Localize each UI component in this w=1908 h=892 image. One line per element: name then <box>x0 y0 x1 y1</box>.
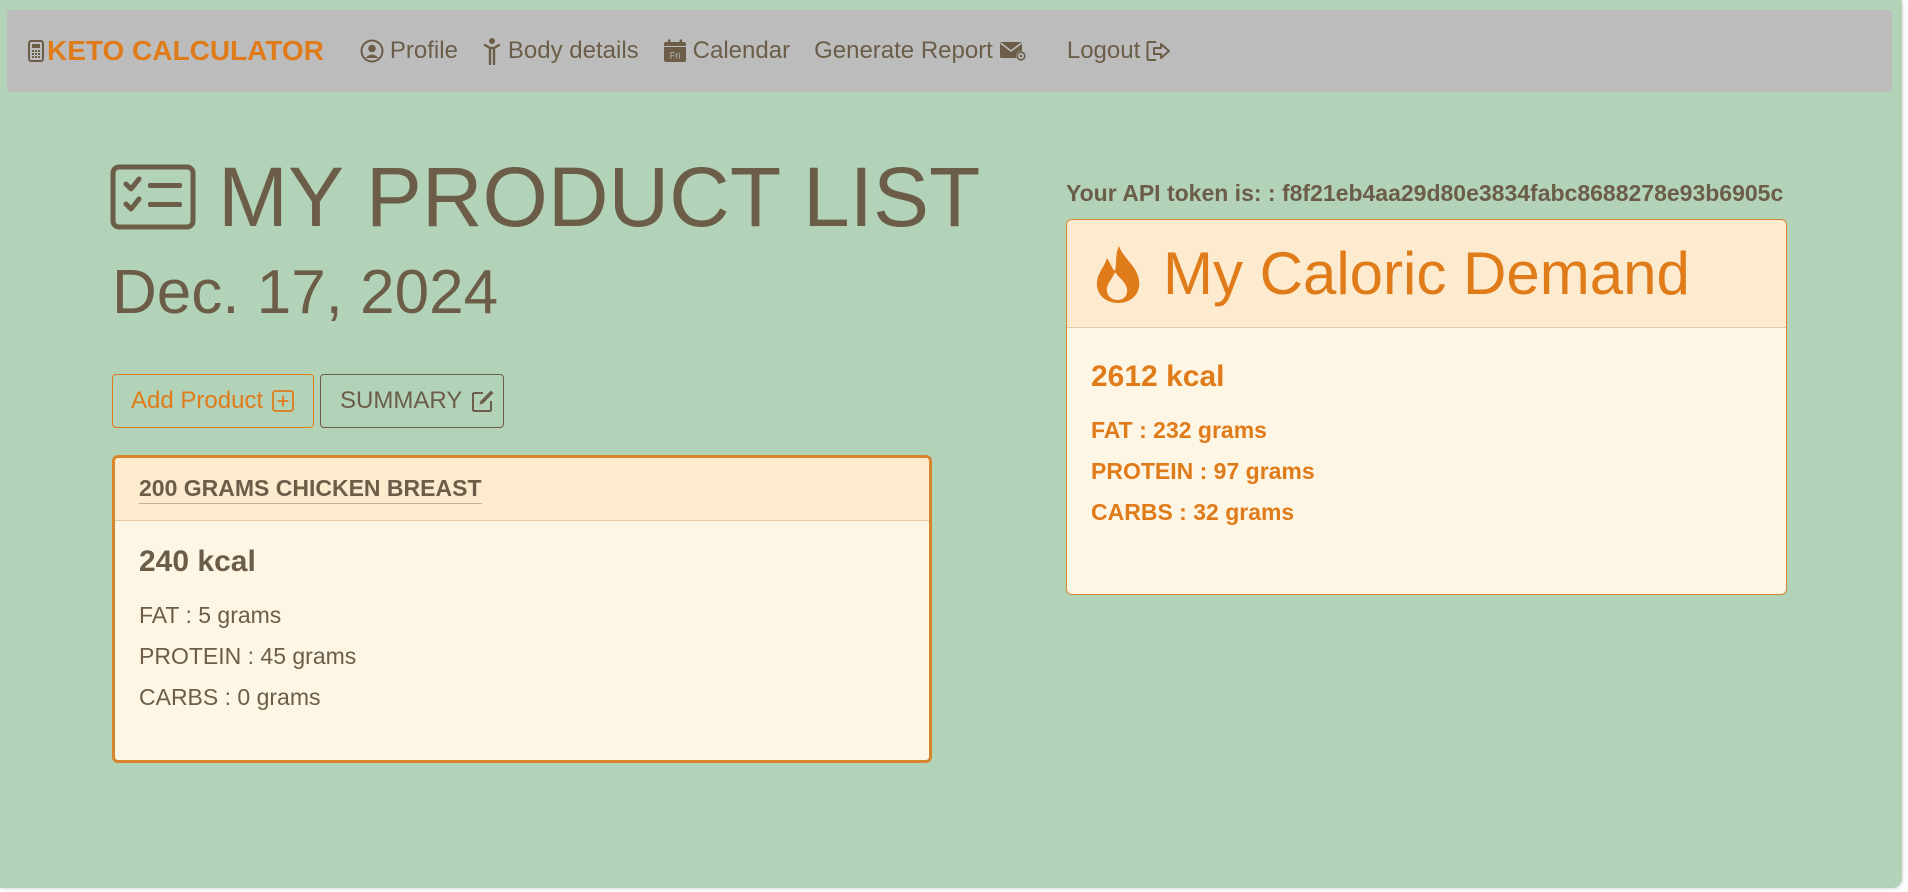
page: KETO CALCULATOR Profile Body details Fri… <box>0 0 1902 888</box>
nav-logout-label: Logout <box>1066 37 1141 64</box>
caloric-demand-header: My Caloric Demand <box>1067 220 1786 328</box>
product-card: 200 GRAMS CHICKEN BREAST 240 kcal FAT : … <box>112 455 932 763</box>
svg-text:Fri: Fri <box>669 51 680 61</box>
product-name-link[interactable]: 200 GRAMS CHICKEN BREAST <box>139 475 482 504</box>
calendar-icon: Fri <box>663 39 686 62</box>
plus-square-icon <box>272 390 294 412</box>
checklist-icon <box>110 164 196 230</box>
nav-calendar-label: Calendar <box>692 37 791 64</box>
brand-label: KETO CALCULATOR <box>47 35 324 66</box>
nav-calendar[interactable]: Fri Calendar <box>663 37 790 65</box>
nav-body-details-label: Body details <box>507 37 639 64</box>
edit-icon <box>472 390 494 412</box>
nav-generate-report[interactable]: Generate Report <box>814 37 1027 65</box>
envelope-icon <box>999 42 1026 61</box>
demand-carbs: CARBS : 32 grams <box>1091 499 1295 525</box>
summary-button[interactable]: SUMMARY <box>320 374 504 428</box>
caloric-demand-title: My Caloric Demand <box>1163 239 1690 307</box>
caloric-demand-card: My Caloric Demand 2612 kcal FAT : 232 gr… <box>1066 219 1787 595</box>
product-card-header: 200 GRAMS CHICKEN BREAST <box>115 458 929 521</box>
fire-icon <box>1096 245 1140 303</box>
nav-logout[interactable]: Logout <box>1067 37 1172 65</box>
add-product-label: Add Product <box>131 387 264 414</box>
navbar: KETO CALCULATOR Profile Body details Fri… <box>7 10 1892 92</box>
caloric-demand-body: 2612 kcal FAT : 232 grams PROTEIN : 97 g… <box>1067 362 1786 524</box>
product-card-body: 240 kcal FAT : 5 grams PROTEIN : 45 gram… <box>115 547 929 709</box>
user-circle-icon <box>360 39 384 63</box>
logout-icon <box>1146 41 1171 61</box>
person-icon <box>483 38 501 65</box>
summary-label: SUMMARY <box>340 387 463 414</box>
product-carbs: CARBS : 0 grams <box>139 684 321 710</box>
title-row: MY PRODUCT LIST <box>110 155 980 239</box>
demand-fat: FAT : 232 grams <box>1091 417 1267 443</box>
page-title: MY PRODUCT LIST <box>218 150 981 244</box>
nav-generate-report-label: Generate Report <box>814 37 993 64</box>
calculator-icon <box>28 40 44 62</box>
nav-profile[interactable]: Profile <box>360 37 458 65</box>
demand-kcal: 2612 kcal <box>1091 360 1225 393</box>
product-kcal: 240 kcal <box>139 545 256 578</box>
product-fat: FAT : 5 grams <box>139 602 282 628</box>
api-token: Your API token is: : f8f21eb4aa29d80e383… <box>1066 180 1784 206</box>
current-date: Dec. 17, 2024 <box>112 258 499 327</box>
brand-link[interactable]: KETO CALCULATOR <box>28 35 324 67</box>
demand-protein: PROTEIN : 97 grams <box>1091 458 1315 484</box>
nav-body-details[interactable]: Body details <box>482 37 639 65</box>
nav-profile-label: Profile <box>389 37 458 64</box>
product-protein: PROTEIN : 45 grams <box>139 643 357 669</box>
add-product-button[interactable]: Add Product <box>112 374 314 428</box>
